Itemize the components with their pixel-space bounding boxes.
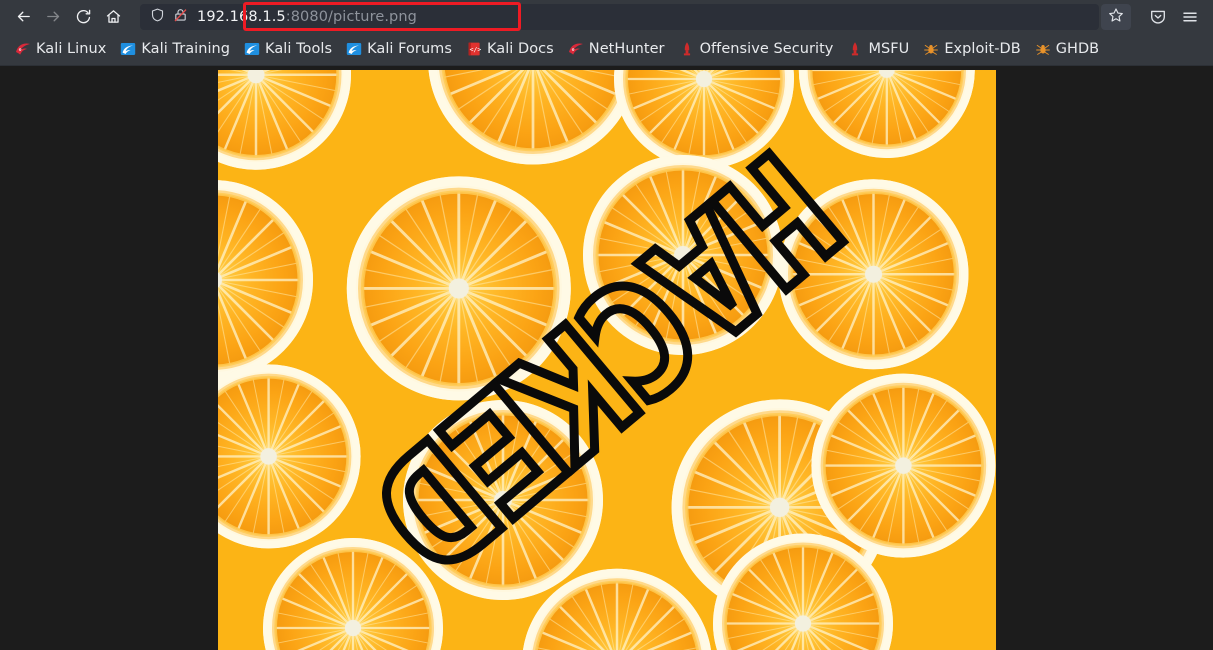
svg-text:</>: </> bbox=[470, 46, 482, 54]
shield-icon[interactable] bbox=[150, 7, 165, 27]
forward-button[interactable] bbox=[38, 3, 68, 31]
arrow-right-icon bbox=[45, 8, 62, 25]
bookmark-msfu[interactable]: MSFU bbox=[840, 38, 916, 60]
bookmark-label: GHDB bbox=[1055, 41, 1100, 57]
bookmark-nethunter[interactable]: NetHunter bbox=[561, 38, 672, 60]
spider-icon bbox=[923, 41, 939, 57]
kali-blue-icon bbox=[346, 41, 362, 57]
bookmark-kali-linux[interactable]: Kali Linux bbox=[8, 38, 113, 60]
menu-button[interactable] bbox=[1175, 3, 1205, 31]
home-icon bbox=[105, 8, 122, 25]
home-button[interactable] bbox=[98, 3, 128, 31]
pocket-icon bbox=[1149, 8, 1167, 26]
toolbar-right-actions bbox=[1143, 3, 1205, 31]
reload-button[interactable] bbox=[68, 3, 98, 31]
page-content-area: HACKED bbox=[0, 67, 1213, 650]
browser-window: 192.168.1.5:8080/picture.png Kali Linux … bbox=[0, 0, 1213, 650]
nethunter-icon bbox=[568, 41, 584, 57]
url-text: 192.168.1.5:8080/picture.png bbox=[197, 9, 417, 25]
kali-dragon-icon bbox=[15, 41, 31, 57]
reload-icon bbox=[75, 8, 92, 25]
bookmark-label: Offensive Security bbox=[699, 41, 834, 57]
spider-icon bbox=[1035, 41, 1051, 57]
offsec-icon bbox=[847, 41, 863, 57]
identity-icons bbox=[146, 7, 188, 27]
bookmark-label: Kali Docs bbox=[486, 41, 554, 57]
bookmark-kali-docs[interactable]: </> Kali Docs bbox=[459, 38, 561, 60]
menu-icon bbox=[1181, 8, 1199, 26]
kali-blue-icon bbox=[120, 41, 136, 57]
bookmark-label: Kali Linux bbox=[36, 41, 107, 57]
kali-blue-icon bbox=[244, 41, 260, 57]
bookmark-kali-training[interactable]: Kali Training bbox=[113, 38, 237, 60]
lock-crossed-icon[interactable] bbox=[173, 7, 188, 27]
url-path: :8080/picture.png bbox=[285, 8, 417, 25]
bookmark-label: Kali Tools bbox=[265, 41, 333, 57]
bookmark-star-button[interactable] bbox=[1101, 3, 1131, 30]
arrow-left-icon bbox=[15, 8, 32, 25]
offsec-icon bbox=[679, 41, 695, 57]
bookmark-kali-forums[interactable]: Kali Forums bbox=[339, 38, 459, 60]
bookmark-label: NetHunter bbox=[588, 41, 665, 57]
navigation-toolbar: 192.168.1.5:8080/picture.png bbox=[0, 0, 1213, 33]
urlbar-container: 192.168.1.5:8080/picture.png bbox=[140, 3, 1131, 30]
star-icon bbox=[1108, 7, 1124, 27]
url-host: 192.168.1.5 bbox=[197, 8, 286, 25]
served-image[interactable]: HACKED bbox=[218, 70, 996, 650]
bookmark-label: Kali Forums bbox=[367, 41, 452, 57]
bookmark-kali-tools[interactable]: Kali Tools bbox=[237, 38, 339, 60]
bookmarks-bar: Kali Linux Kali Training Kali Tools Kali… bbox=[0, 33, 1213, 66]
bookmark-label: Kali Training bbox=[141, 41, 231, 57]
kali-docs-icon: </> bbox=[466, 41, 482, 57]
bookmark-offensive-security[interactable]: Offensive Security bbox=[672, 38, 841, 60]
pocket-button[interactable] bbox=[1143, 3, 1173, 31]
bookmark-exploit-db[interactable]: Exploit-DB bbox=[916, 38, 1027, 60]
bookmark-label: MSFU bbox=[868, 41, 910, 57]
address-bar[interactable]: 192.168.1.5:8080/picture.png bbox=[140, 3, 1099, 30]
bookmark-ghdb[interactable]: GHDB bbox=[1028, 38, 1106, 60]
back-button[interactable] bbox=[8, 3, 38, 31]
bookmark-label: Exploit-DB bbox=[944, 41, 1021, 57]
